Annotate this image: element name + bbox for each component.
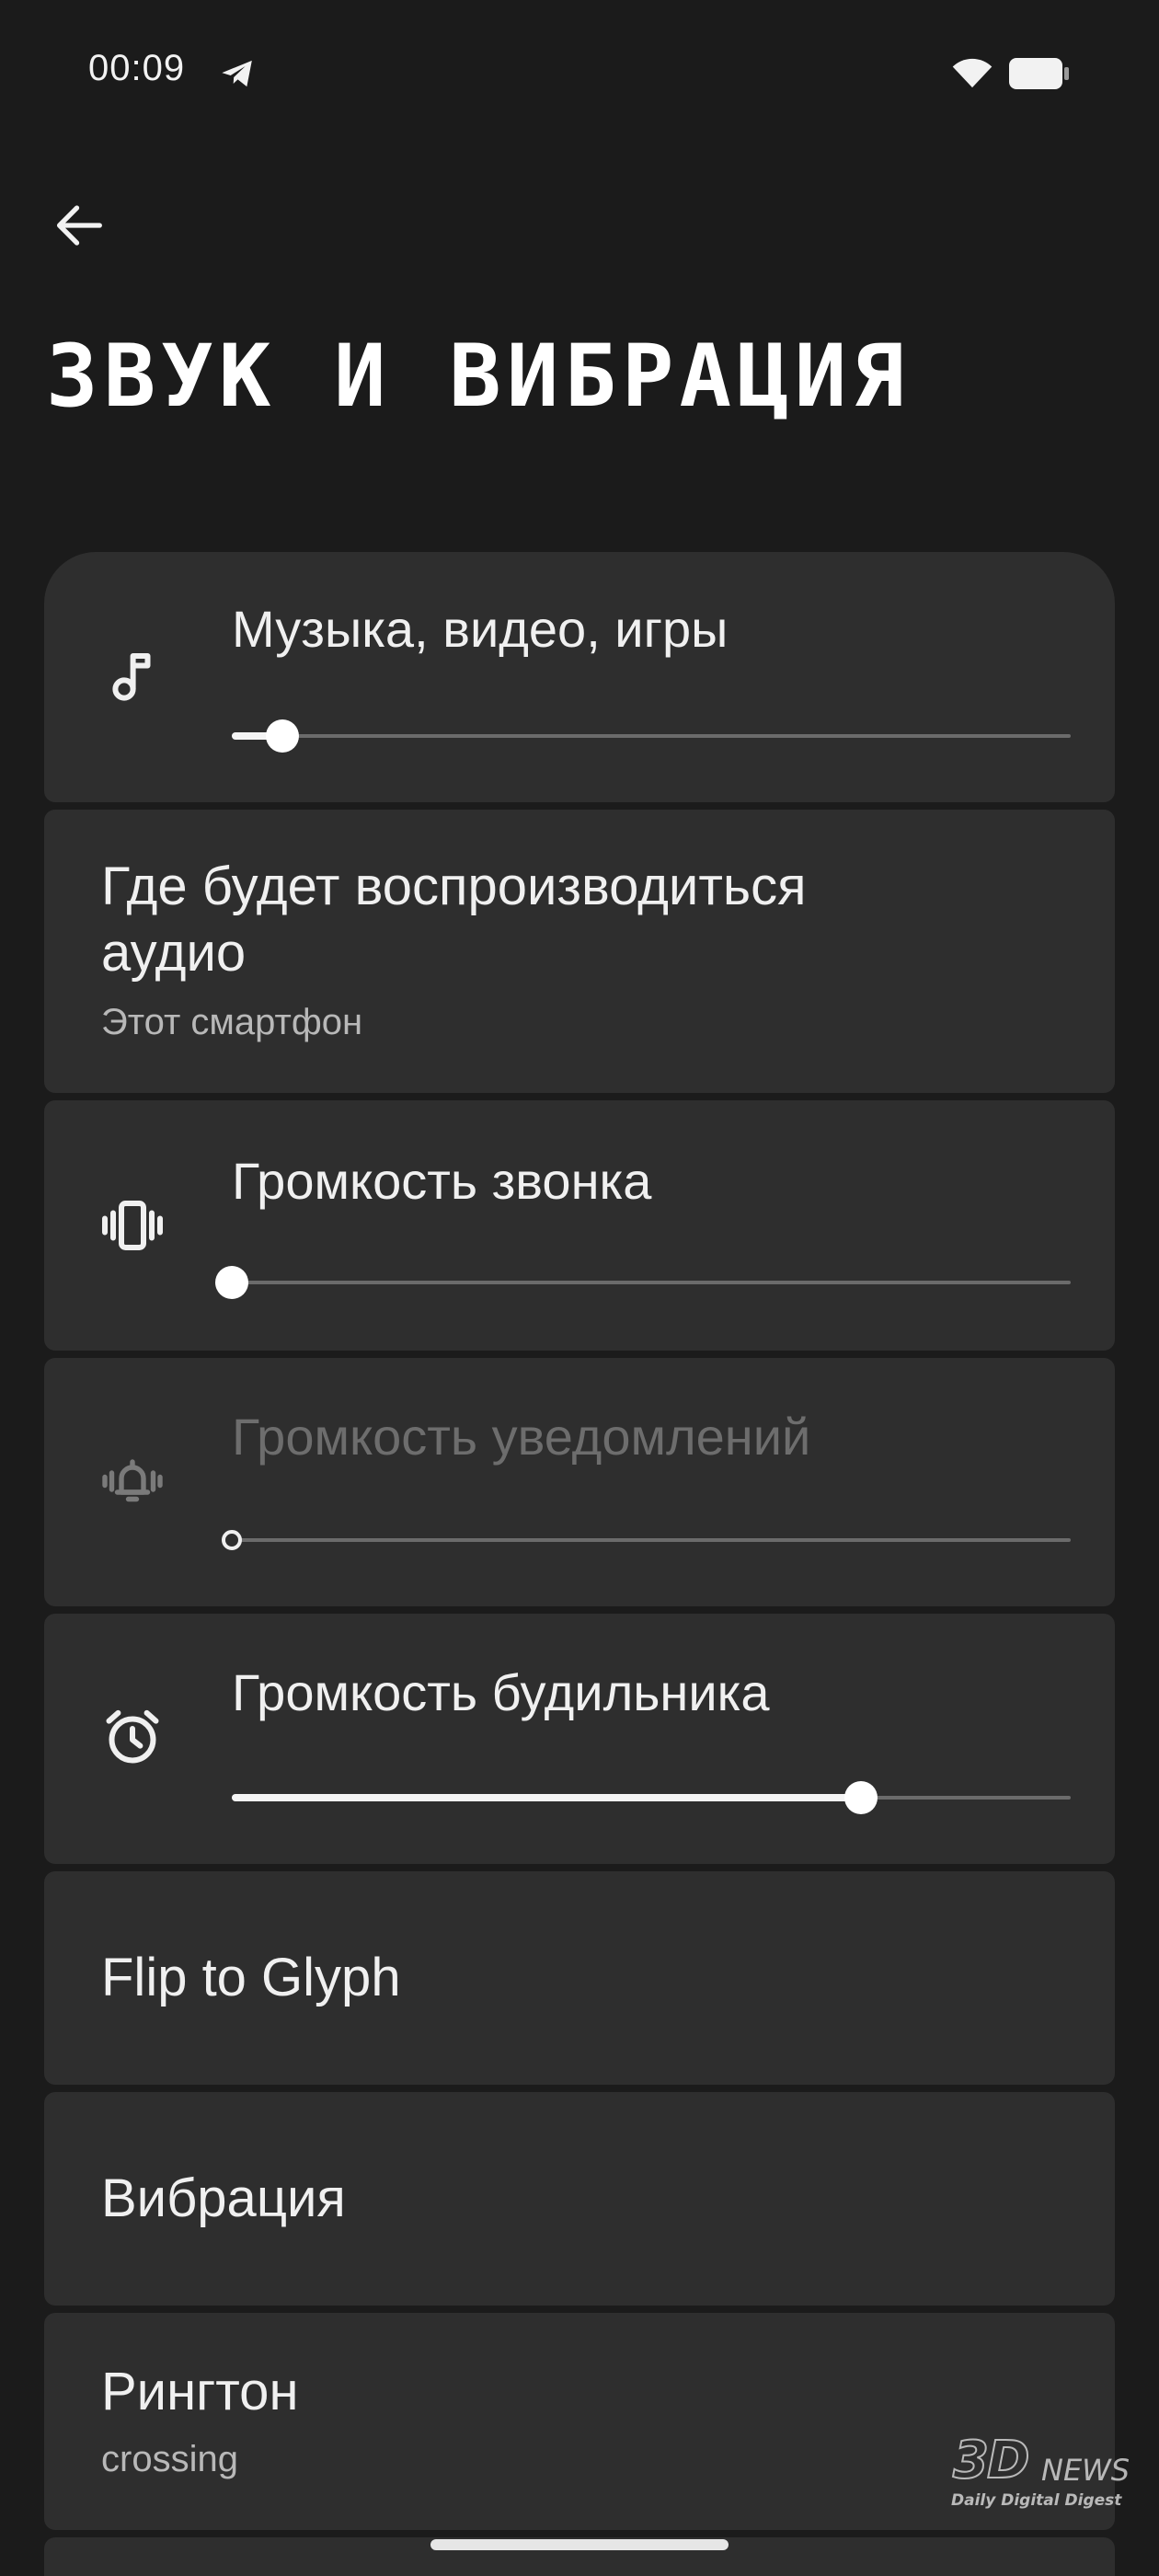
alarm-volume-slider[interactable] [232,1770,1071,1825]
flip-to-glyph-row[interactable]: Flip to Glyph [44,1871,1115,2085]
watermark-tagline: Daily Digital Digest [951,2491,1122,2510]
alarm-volume-card: Громкость будильника [44,1614,1115,1864]
alarm-volume-label: Громкость будильника [232,1663,770,1721]
audio-output-value: Этот смартфон [101,1002,363,1042]
slider-track [232,1538,1071,1542]
slider-thumb[interactable] [215,1266,248,1299]
slider-thumb[interactable] [222,1530,242,1550]
slider-track [232,734,1071,738]
status-bar: 00:09 [0,0,1159,147]
vibration-row[interactable]: Вибрация [44,2092,1115,2306]
audio-output-row[interactable]: Где будет воспроизводиться аудио Этот см… [44,810,1115,1093]
home-indicator[interactable] [430,2539,729,2550]
back-arrow-icon [56,205,102,246]
notification-vibrate-icon [102,1459,163,1502]
slider-track [232,1281,1071,1284]
vibrate-icon [102,1201,163,1250]
notification-volume-card: Громкость уведомлений [44,1358,1115,1606]
music-note-icon [112,653,151,701]
media-volume-label: Музыка, видео, игры [232,600,729,658]
ringtone-value: crossing [101,2439,238,2479]
slider-fill [232,1794,861,1801]
alarm-clock-icon [106,1709,159,1764]
watermark-3dnews-logo: 3D NEWS Daily Digital Digest [942,2430,1135,2523]
notification-volume-slider[interactable] [222,1512,1071,1568]
ring-volume-label: Громкость звонка [232,1152,652,1210]
page-title: ЗВУК И ВИБРАЦИЯ [46,327,910,427]
status-time: 00:09 [88,48,186,88]
notification-volume-label: Громкость уведомлений [232,1408,811,1466]
vibration-label: Вибрация [101,2168,346,2228]
ring-volume-slider[interactable] [215,1255,1071,1310]
audio-output-label: Где будет воспроизводиться аудио [101,857,807,983]
ring-volume-card: Громкость звонка [44,1100,1115,1351]
telegram-icon [222,60,252,87]
back-button[interactable] [46,193,110,258]
media-volume-card: Музыка, видео, игры [44,552,1115,802]
battery-icon [1009,58,1069,89]
flip-to-glyph-label: Flip to Glyph [101,1948,401,2007]
slider-thumb[interactable] [844,1781,878,1814]
wifi-icon [952,58,993,88]
watermark-logo-text: 3D [952,2430,1030,2491]
media-volume-slider[interactable] [232,708,1071,764]
slider-thumb[interactable] [265,719,299,753]
watermark-news-text: NEWS [1041,2453,1130,2488]
ringtone-label: Рингтон [101,2362,299,2421]
